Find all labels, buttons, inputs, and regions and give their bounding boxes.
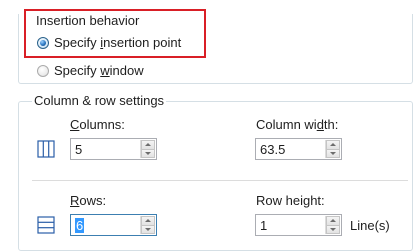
arrow-down-icon: [330, 151, 336, 155]
columns-spinner[interactable]: 5: [70, 138, 157, 160]
rows-label: Rows:: [70, 193, 107, 208]
settings-divider: [32, 180, 408, 181]
radio-unselected-icon: [37, 65, 49, 77]
row-height-increment-button[interactable]: [326, 216, 340, 226]
columns-decrement-button[interactable]: [141, 149, 155, 158]
arrow-down-icon: [145, 227, 151, 231]
columns-increment-button[interactable]: [141, 140, 155, 150]
columns-value[interactable]: 5: [71, 139, 140, 159]
arrow-down-icon: [145, 151, 151, 155]
specify-window-label: Specify window: [54, 63, 144, 78]
column-width-value[interactable]: 63.5: [256, 139, 325, 159]
arrow-up-icon: [145, 219, 151, 223]
arrow-up-icon: [330, 219, 336, 223]
arrow-up-icon: [145, 143, 151, 147]
rows-value[interactable]: 6: [71, 215, 140, 235]
rows-grid-icon: [37, 216, 55, 234]
rows-spinner[interactable]: 6: [70, 214, 157, 236]
columns-spin-buttons: [140, 140, 155, 158]
arrow-up-icon: [330, 143, 336, 147]
row-height-unit-label: Line(s): [350, 218, 390, 233]
columns-label: Columns:: [70, 117, 125, 132]
columns-grid-icon: [37, 140, 55, 158]
row-height-spinner[interactable]: 1: [255, 214, 342, 236]
row-height-spin-buttons: [325, 216, 340, 234]
row-height-value[interactable]: 1: [256, 215, 325, 235]
specify-window-radio[interactable]: Specify window: [37, 64, 144, 78]
highlight-annotation-box: [24, 9, 206, 58]
rows-spin-buttons: [140, 216, 155, 234]
rows-increment-button[interactable]: [141, 216, 155, 226]
column-width-spinner[interactable]: 63.5: [255, 138, 342, 160]
column-width-decrement-button[interactable]: [326, 149, 340, 158]
column-width-label: Column width:: [256, 117, 339, 132]
row-height-label: Row height:: [256, 193, 325, 208]
row-height-decrement-button[interactable]: [326, 225, 340, 234]
rows-decrement-button[interactable]: [141, 225, 155, 234]
column-width-spin-buttons: [325, 140, 340, 158]
arrow-down-icon: [330, 227, 336, 231]
column-row-settings-legend: Column & row settings: [32, 93, 167, 108]
column-width-increment-button[interactable]: [326, 140, 340, 150]
